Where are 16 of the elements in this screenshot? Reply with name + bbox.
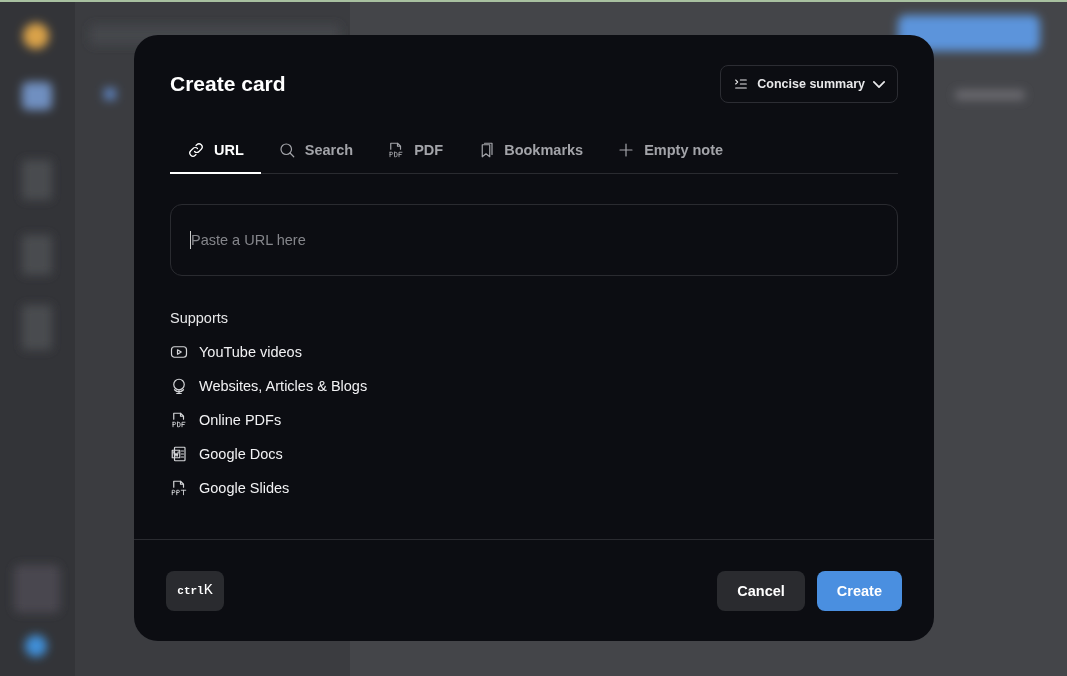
tab[interactable]: Bookmarks (460, 131, 601, 174)
tab[interactable]: Search (260, 131, 371, 174)
supports-heading: Supports (170, 310, 230, 326)
url-input-field[interactable]: Paste a URL here (170, 204, 898, 276)
shortcut-key: ctrlK (166, 570, 224, 611)
supported-source: Google Docs (199, 446, 283, 462)
supported-source: Google Slides (199, 480, 290, 496)
supported-source: YouTube videos (199, 344, 302, 360)
supported-source: Websites, Articles & Blogs (199, 378, 368, 394)
tab[interactable]: Empty note (600, 131, 741, 174)
tab[interactable]: URL (170, 131, 261, 174)
tab[interactable]: PDF (370, 131, 461, 174)
dialog-title: Create card (170, 72, 286, 96)
supported-source: Online PDFs (199, 412, 282, 428)
summary-dropdown[interactable]: Concise summary (720, 65, 898, 103)
cancel-button[interactable]: Cancel (717, 570, 805, 611)
